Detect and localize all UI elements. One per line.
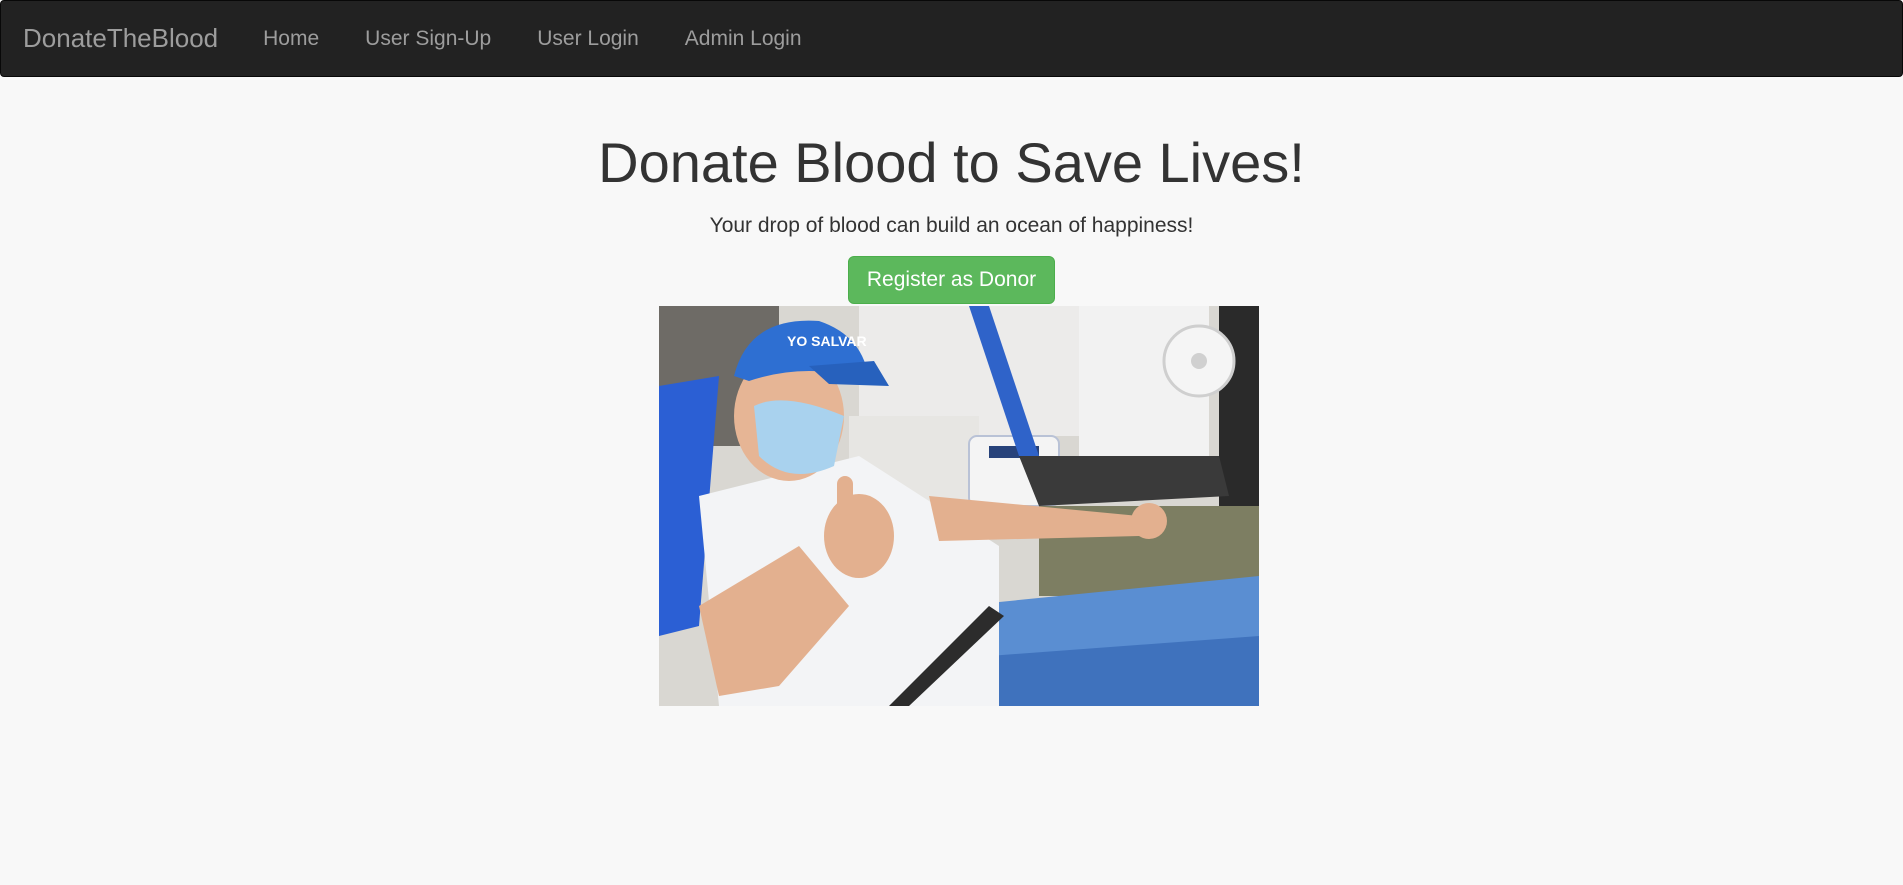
nav-home[interactable]: Home [263,27,319,51]
hero-section: Donate Blood to Save Lives! Your drop of… [0,77,1903,304]
donor-photo-illustration: YO SALVAR [659,306,1259,706]
register-donor-button[interactable]: Register as Donor [847,255,1056,304]
nav-user-signup[interactable]: User Sign-Up [365,27,491,51]
top-navbar: DonateTheBlood Home User Sign-Up User Lo… [0,0,1903,77]
nav-admin-login[interactable]: Admin Login [685,27,802,51]
donor-photo: YO SALVAR [659,306,1259,706]
brand-link[interactable]: DonateTheBlood [23,23,218,54]
nav-user-login[interactable]: User Login [537,27,639,51]
page-subtitle: Your drop of blood can build an ocean of… [709,213,1194,237]
cap-text: YO SALVAR [787,333,867,349]
page-title: Donate Blood to Save Lives! [598,131,1305,194]
